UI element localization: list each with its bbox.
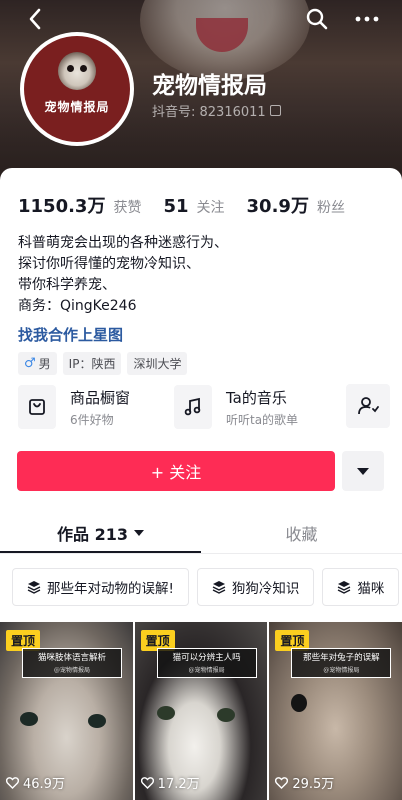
likes-count: 1150.3万 <box>18 196 106 217</box>
bio-line: 探讨你听得懂的宠物冷知识、 <box>18 256 200 272</box>
profile-name: 宠物情报局 <box>152 73 267 99</box>
content-tabs: 作品 213 收藏 <box>0 512 402 554</box>
male-icon: ♂ <box>24 356 36 371</box>
profile-bio: 科普萌宠会出现的各种迷惑行为、 探讨你听得懂的宠物冷知识、 带你科学养宠、 商务… <box>18 233 228 317</box>
tab-works[interactable]: 作品 213 <box>0 512 201 553</box>
bio-line: 科普萌宠会出现的各种迷惑行为、 <box>18 235 228 251</box>
ip-tag: IP：陕西 <box>62 352 122 375</box>
followers-count[interactable]: 30.9万 <box>247 192 309 218</box>
add-friend-icon <box>358 397 379 415</box>
collection-chip[interactable]: 那些年对动物的误解! <box>12 568 189 606</box>
school-tag[interactable]: 深圳大学 <box>127 352 188 375</box>
video-grid: 置顶 猫咪肢体语言解析 @宠物情报局 46.9万 置顶 猫可以分辨主人吗 @宠物… <box>0 622 402 800</box>
gender-tag: ♂ 男 <box>18 352 57 375</box>
video-thumbnail[interactable]: 置顶 猫可以分辨主人吗 @宠物情报局 17.2万 <box>134 622 268 800</box>
video-likes: 46.9万 <box>6 773 65 792</box>
caret-down-icon <box>133 529 144 536</box>
heart-icon <box>6 776 19 789</box>
collection-chip[interactable]: 猫咪 <box>322 568 400 606</box>
search-button[interactable] <box>302 6 332 32</box>
follow-dropdown-button[interactable] <box>342 451 384 491</box>
follow-button[interactable]: + 关注 <box>17 451 335 491</box>
more-button[interactable] <box>352 6 382 32</box>
pug-logo-icon <box>58 52 96 90</box>
more-dots-icon <box>355 16 379 22</box>
bio-line: 带你科学养宠、 <box>18 277 116 293</box>
avatar-logo-text: 宠物情报局 <box>44 100 110 114</box>
video-likes: 17.2万 <box>140 773 200 792</box>
shop-window-entry[interactable]: 商品橱窗 6件好物 <box>18 382 166 432</box>
followers-label[interactable]: 粉丝 <box>317 197 345 217</box>
copy-icon[interactable] <box>269 105 281 116</box>
shop-window-title: 商品橱窗 <box>70 388 131 407</box>
chevron-left-icon <box>29 8 41 30</box>
video-likes: 29.5万 <box>275 773 334 792</box>
music-sub: 听听ta的歌单 <box>226 412 299 427</box>
cooperation-link[interactable]: 找我合作上星图 <box>18 324 123 345</box>
caret-down-icon <box>357 467 369 475</box>
profile-stats: 1150.3万 获赞 51 关注 30.9万 粉丝 <box>18 192 359 218</box>
video-title: 猫咪肢体语言解析 @宠物情报局 <box>22 648 122 678</box>
add-friend-button[interactable] <box>346 384 390 428</box>
music-icon <box>184 397 201 416</box>
heart-icon <box>140 776 154 789</box>
douyin-id[interactable]: 抖音号: 82316011 <box>152 101 281 120</box>
shop-icon <box>29 399 45 415</box>
collection-list: 那些年对动物的误解! 狗狗冷知识 猫咪 <box>12 568 402 606</box>
likes-label: 获赞 <box>113 200 142 216</box>
back-button[interactable] <box>20 6 50 32</box>
video-thumbnail[interactable]: 置顶 猫咪肢体语言解析 @宠物情报局 46.9万 <box>0 622 133 800</box>
music-title: Ta的音乐 <box>226 388 287 407</box>
avatar[interactable]: 宠物情报局 <box>20 32 134 146</box>
bio-line: 商务：QingKe246 <box>18 298 137 314</box>
stack-icon <box>338 581 351 594</box>
video-title: 那些年对兔子的误解 @宠物情报局 <box>291 648 392 678</box>
heart-icon <box>275 776 289 789</box>
stack-icon <box>27 581 41 594</box>
stack-icon <box>212 581 226 594</box>
following-label[interactable]: 关注 <box>197 197 225 217</box>
douyin-id-text: 抖音号: 82316011 <box>152 105 266 120</box>
video-title: 猫可以分辨主人吗 @宠物情报局 <box>156 648 257 678</box>
video-thumbnail[interactable]: 置顶 那些年对兔子的误解 @宠物情报局 29.5万 <box>269 622 402 800</box>
profile-tags: ♂ 男 IP：陕西 深圳大学 <box>18 352 188 375</box>
collection-chip[interactable]: 狗狗冷知识 <box>196 568 315 606</box>
music-entry[interactable]: Ta的音乐 听听ta的歌单 <box>174 382 339 432</box>
search-icon <box>306 8 328 30</box>
following-count[interactable]: 51 <box>163 196 188 217</box>
active-tab-indicator <box>0 551 201 553</box>
profile-entries: 商品橱窗 6件好物 Ta的音乐 听听ta的歌单 <box>18 382 339 432</box>
tab-favorites[interactable]: 收藏 <box>201 512 402 553</box>
shop-window-sub: 6件好物 <box>70 412 114 427</box>
